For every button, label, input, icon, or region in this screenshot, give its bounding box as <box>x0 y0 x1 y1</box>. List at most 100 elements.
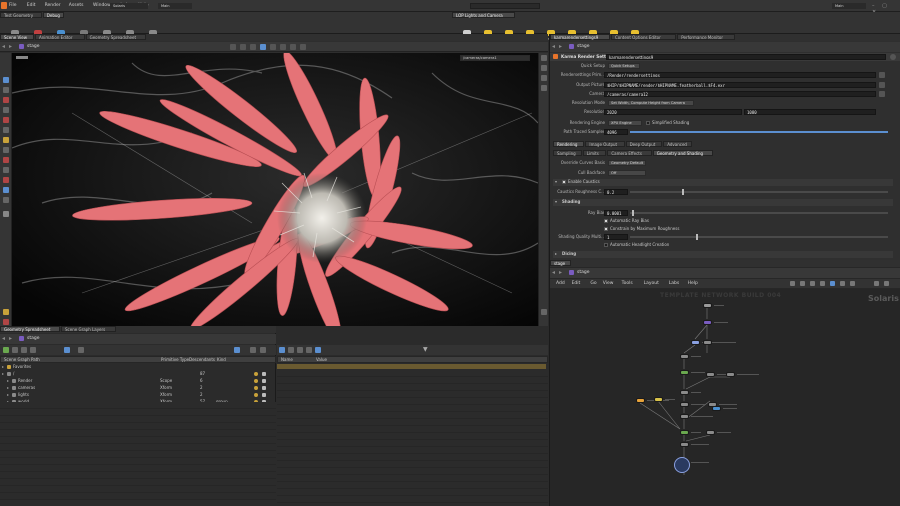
param-sub-tab-1[interactable]: Limits <box>582 150 607 156</box>
rendersettings-field[interactable]: /Render/rendersettings <box>604 72 876 78</box>
network-canvas[interactable]: TEMPLATE NETWORK BUILD 004 Solaris <box>550 289 900 506</box>
network-node[interactable] <box>726 372 735 377</box>
move-icon[interactable] <box>3 87 9 93</box>
ray-bias-slider[interactable] <box>630 210 888 216</box>
net-menu-add[interactable]: Add <box>556 279 565 288</box>
net-layout-icon[interactable] <box>820 281 825 286</box>
bounds-icon[interactable] <box>541 85 547 91</box>
sg-collapse-icon[interactable] <box>21 347 27 353</box>
network-node[interactable] <box>703 320 712 325</box>
material-icon[interactable] <box>3 167 9 173</box>
sg-expand-icon[interactable]: ▸ <box>7 392 9 397</box>
desktop-dropdown[interactable]: Solaris <box>110 3 148 9</box>
sg-expand-icon[interactable]: ▸ <box>7 385 9 390</box>
shading-quality-slider[interactable] <box>630 234 888 240</box>
network-node[interactable] <box>654 397 663 402</box>
display-tool-icon[interactable] <box>260 44 266 50</box>
selectable-icon[interactable] <box>262 372 266 376</box>
sg-forward-icon[interactable]: ▸ <box>9 335 12 342</box>
viewer-context-dropdown[interactable]: Main <box>158 3 192 9</box>
sg-options-icon[interactable] <box>260 347 266 353</box>
network-node[interactable] <box>680 442 689 447</box>
details-col-value[interactable]: Value <box>316 357 327 363</box>
sg-tab-1[interactable]: Scene Graph Layers <box>61 326 116 332</box>
search-field[interactable] <box>470 3 540 9</box>
render-tool-icon[interactable] <box>280 44 286 50</box>
network-node[interactable] <box>680 354 689 359</box>
output-field[interactable]: $HIP/$HIPNAME/render/$HIPNAME.featherbal… <box>604 82 876 88</box>
auto-ray-bias-checkbox[interactable]: Automatic Ray Bias <box>604 218 649 223</box>
res-y-field[interactable]: 1080 <box>744 109 876 115</box>
menu-file[interactable]: File <box>9 0 17 12</box>
param-main-tab-0[interactable]: Rendering <box>553 141 585 147</box>
network-node[interactable] <box>680 390 689 395</box>
net-wrench-icon[interactable] <box>790 281 795 286</box>
param-back-icon[interactable]: ◂ <box>552 43 555 50</box>
sg-settings-icon[interactable] <box>78 347 84 353</box>
param-forward-icon[interactable]: ▸ <box>559 43 562 50</box>
net-menu-labs[interactable]: Labs <box>669 279 679 288</box>
param-tab-2[interactable]: Performance Monitor <box>677 34 735 40</box>
sg-col-path[interactable]: Scene Graph Path <box>4 357 40 363</box>
visibility-icon[interactable] <box>254 372 258 376</box>
window-controls-icon[interactable]: – ▢ ✕ <box>872 3 894 15</box>
res-mode-dropdown[interactable]: Set Width, Compute Height from Camera <box>608 100 694 106</box>
net-menu-go[interactable]: Go <box>590 279 596 288</box>
details-layout-5-icon[interactable] <box>315 347 321 353</box>
dicing-expand-icon[interactable]: ▸ <box>555 251 557 256</box>
net-menu-tools[interactable]: Tools <box>622 279 633 288</box>
selectable-icon[interactable] <box>262 393 266 397</box>
sg-row[interactable]: ▸ Favorites <box>0 364 276 370</box>
shading-quality-field[interactable]: 1 <box>604 234 628 240</box>
network-node[interactable] <box>636 398 645 403</box>
net-grid-icon[interactable] <box>800 281 805 286</box>
net-sticky-icon[interactable] <box>840 281 845 286</box>
visibility-icon[interactable] <box>254 393 258 397</box>
net-menu-help[interactable]: Help <box>688 279 698 288</box>
param-sub-tab-0[interactable]: Sampling <box>553 150 582 156</box>
samples-field[interactable]: 4096 <box>604 129 628 135</box>
net-shape-icon[interactable] <box>850 281 855 286</box>
shading-expand-icon[interactable]: ▾ <box>555 199 557 204</box>
net-menu-layout[interactable]: Layout <box>644 279 659 288</box>
visibility-icon[interactable] <box>254 386 258 390</box>
network-node[interactable] <box>680 402 689 407</box>
details-layout-1-icon[interactable] <box>279 347 285 353</box>
lighting-tool-icon[interactable] <box>270 44 276 50</box>
output-browse-icon[interactable] <box>879 82 885 88</box>
net-menu-edit[interactable]: Edit <box>572 279 581 288</box>
sg-expand-icon[interactable]: ▸ <box>2 371 4 376</box>
details-col-name[interactable]: Name <box>281 357 293 363</box>
net-info-icon[interactable] <box>874 281 879 286</box>
layout-icon[interactable] <box>3 197 9 203</box>
ray-bias-field[interactable]: 0.0001 <box>604 210 628 216</box>
quick-setup-dropdown[interactable]: Quick Setups <box>608 63 640 69</box>
details-layout-3-icon[interactable] <box>297 347 303 353</box>
camera-field[interactable]: /cameras/camera12 <box>604 91 876 97</box>
viewer-path-label[interactable]: stage <box>27 44 40 49</box>
sg-expand-icon[interactable] <box>12 347 18 353</box>
param-path-label[interactable]: stage <box>577 44 590 49</box>
caustics-section[interactable]: ▾ Enable Caustics <box>553 179 893 186</box>
param-tab-0[interactable]: karmarendersettings9 <box>550 34 610 40</box>
forward-arrow-icon[interactable]: ▸ <box>9 43 12 50</box>
network-node[interactable] <box>703 303 712 308</box>
sg-back-icon[interactable]: ◂ <box>2 335 5 342</box>
engine-dropdown[interactable]: XPU Engine <box>608 120 642 126</box>
shading-section-header[interactable]: ▾ Shading <box>553 199 893 206</box>
network-node[interactable] <box>712 406 721 411</box>
param-main-tab-1[interactable]: Image Output <box>585 141 625 147</box>
caustics-expand-icon[interactable]: ▾ <box>555 179 557 184</box>
shade-icon[interactable] <box>3 319 9 325</box>
menu-render[interactable]: Render <box>45 0 61 12</box>
net-tab-0[interactable]: stage <box>550 260 571 266</box>
simplified-shading-checkbox[interactable]: Simplified Shading <box>646 120 689 126</box>
sg-view-icon[interactable] <box>234 347 240 353</box>
network-node[interactable] <box>680 370 689 375</box>
pose-icon[interactable] <box>3 127 9 133</box>
viewer-tab-2[interactable]: Geometry Spreadsheet <box>85 34 146 40</box>
net-snap-icon[interactable] <box>810 281 815 286</box>
visibility-icon[interactable] <box>254 379 258 383</box>
viewer-tab-0[interactable]: Scene View <box>0 34 34 40</box>
sg-tab-0[interactable]: Geometry Spreadsheet <box>0 326 60 332</box>
